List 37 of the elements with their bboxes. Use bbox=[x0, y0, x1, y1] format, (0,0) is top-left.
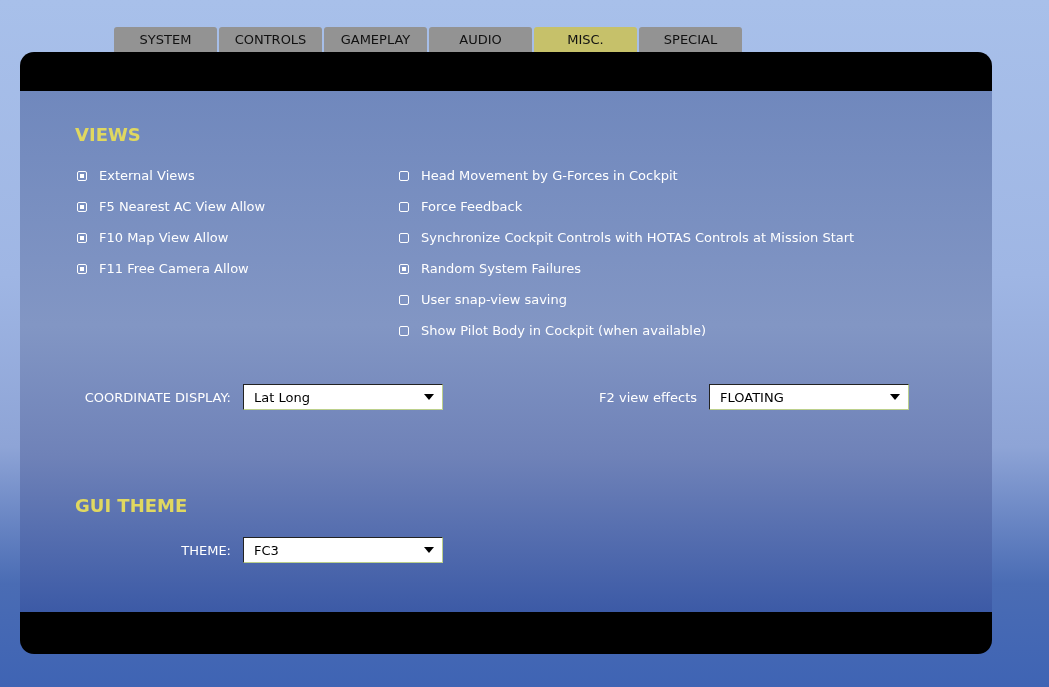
checkbox[interactable] bbox=[399, 294, 409, 305]
checkbox[interactable] bbox=[399, 201, 409, 212]
dropdown-label: COORDINATE DISPLAY: bbox=[83, 389, 232, 405]
checkbox-label: Show Pilot Body in Cockpit (when available) bbox=[421, 323, 706, 338]
tab[interactable]: SYSTEM bbox=[114, 27, 217, 52]
checkbox[interactable] bbox=[399, 170, 409, 181]
checkbox-label: Force Feedback bbox=[421, 199, 523, 214]
checkbox[interactable] bbox=[399, 325, 409, 336]
tab[interactable]: MISC. bbox=[534, 27, 637, 52]
checkbox-label: F10 Map View Allow bbox=[99, 230, 229, 245]
dropdown-label: THEME: bbox=[180, 542, 232, 558]
tab[interactable]: CONTROLS bbox=[219, 27, 322, 52]
tab[interactable]: AUDIO bbox=[429, 27, 532, 52]
dropdown[interactable]: FLOATING bbox=[709, 384, 909, 410]
checkbox-label: User snap-view saving bbox=[421, 292, 567, 307]
dropdown-label: F2 view effects bbox=[598, 389, 698, 405]
section-heading: VIEWS bbox=[74, 124, 142, 147]
checkbox[interactable] bbox=[77, 201, 87, 212]
tab[interactable]: SPECIAL bbox=[639, 27, 742, 52]
checkbox[interactable] bbox=[77, 170, 87, 181]
checkbox[interactable] bbox=[399, 232, 409, 243]
dropdown[interactable]: Lat Long bbox=[243, 384, 443, 410]
dropdown[interactable]: FC3 bbox=[243, 537, 443, 563]
checkbox-label: Head Movement by G-Forces in Cockpit bbox=[421, 168, 678, 183]
checkbox-label: Synchronize Cockpit Controls with HOTAS Controls at Mission Start bbox=[421, 230, 855, 245]
caret-icon bbox=[424, 394, 434, 400]
checkbox-label: External Views bbox=[99, 168, 195, 183]
checkbox[interactable] bbox=[77, 232, 87, 243]
caret-icon bbox=[424, 547, 434, 553]
checkbox[interactable] bbox=[399, 263, 409, 274]
checkbox-label: F11 Free Camera Allow bbox=[99, 261, 249, 276]
checkbox-label: Random System Failures bbox=[421, 261, 582, 276]
section-heading: GUI THEME bbox=[74, 495, 189, 518]
caret-icon bbox=[890, 394, 900, 400]
tab[interactable]: GAMEPLAY bbox=[324, 27, 427, 52]
checkbox-label: F5 Nearest AC View Allow bbox=[99, 199, 266, 214]
checkbox[interactable] bbox=[77, 263, 87, 274]
